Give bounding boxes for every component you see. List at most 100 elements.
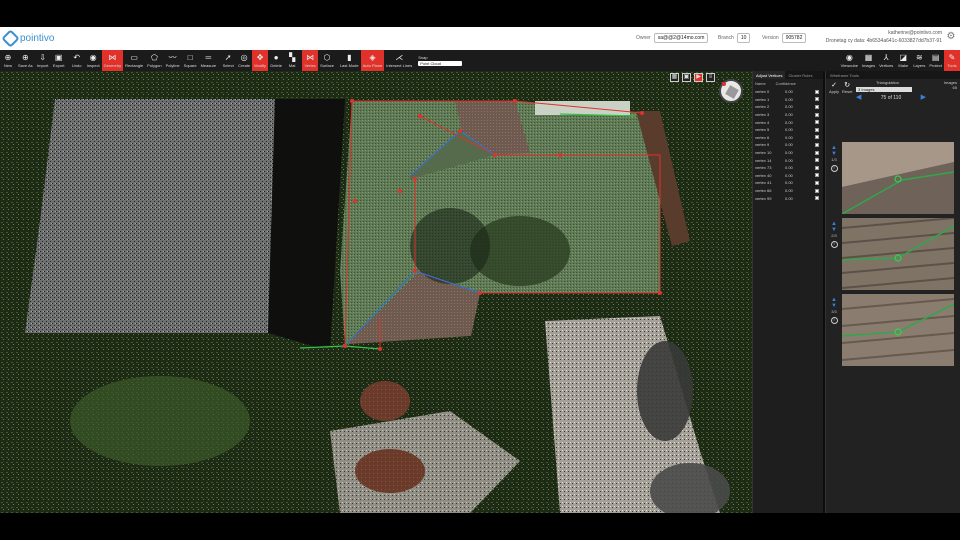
toolbar-polygon-button[interactable]: ⬠ Polygon: [145, 50, 163, 71]
toolbar-create-button[interactable]: ◎ Create: [236, 50, 252, 71]
next-image-icon[interactable]: ▶: [921, 94, 926, 101]
toolbar-surface-button[interactable]: ⬡ Surface: [318, 50, 336, 71]
toolbar-import-button[interactable]: ⇩ Import: [35, 50, 51, 71]
vertex-marker[interactable]: [558, 153, 562, 157]
toolbar-last-mode-button[interactable]: ▮ Last Mode: [338, 50, 361, 71]
toolbar-new-button[interactable]: ⊕ New: [0, 50, 16, 71]
toolbar-undo-button[interactable]: ↶ Undo: [69, 50, 85, 71]
col-name-header[interactable]: Name: [755, 81, 766, 86]
toolbar-layers-button[interactable]: ≋ Layers: [911, 50, 927, 71]
toolbar-select-button[interactable]: ➚ Select: [220, 50, 236, 71]
vertex-marker[interactable]: [398, 189, 402, 193]
toolbar-geometry-button[interactable]: ⋈ Geometry: [101, 50, 124, 71]
toolbar-make-button[interactable]: ◪ Make: [895, 50, 911, 71]
table-row[interactable]: vertex 41 0.00: [753, 179, 823, 187]
toolbar-delete-button[interactable]: ● Delete: [268, 50, 284, 71]
info-icon[interactable]: i: [830, 317, 838, 324]
tab-wireframe-tools[interactable]: Wireframe Tools: [826, 71, 960, 79]
toolbar-vertex-button[interactable]: ⋈ Vertex: [302, 50, 319, 71]
toolbar-images-button[interactable]: ▦ Images: [860, 50, 877, 71]
table-row[interactable]: vertex 66 0.00: [753, 187, 823, 195]
vertex-marker[interactable]: [353, 199, 357, 203]
point-cloud-viewport[interactable]: ▦ ▣ ▶ ≡: [0, 71, 752, 513]
toolbar-inspect-button[interactable]: ◉ Inspect: [85, 50, 102, 71]
toolbar-square-button[interactable]: □ Square: [182, 50, 199, 71]
toolbar-polyline-button[interactable]: 〰 Polyline: [164, 50, 182, 71]
viewport-camera-button[interactable]: ▶: [694, 73, 703, 82]
image-thumbnail[interactable]: [842, 142, 954, 214]
app-logo[interactable]: pointivo: [1, 29, 54, 48]
row-checkbox[interactable]: [815, 173, 819, 178]
prev-image-icon[interactable]: ◀: [856, 94, 861, 101]
toolbar-export-button[interactable]: ▣ Export: [51, 50, 67, 71]
row-checkbox[interactable]: [815, 180, 819, 185]
row-checkbox[interactable]: [815, 165, 819, 170]
vertex-marker[interactable]: [418, 114, 422, 118]
row-checkbox[interactable]: [815, 150, 819, 155]
toolbar-modify-button[interactable]: ✥ Modify: [252, 50, 269, 71]
tab-cluster-rules[interactable]: Cluster Rules: [785, 71, 815, 79]
image-thumbnail[interactable]: [842, 218, 954, 290]
snap-select[interactable]: Point Cloud: [418, 61, 463, 66]
image-thumbnail[interactable]: [842, 294, 954, 366]
vertex-marker[interactable]: [458, 129, 462, 133]
row-checkbox[interactable]: [815, 104, 819, 109]
toolbar-measure-button[interactable]: ═ Measure: [199, 50, 219, 71]
toolbar-mat-button[interactable]: ▚ Mat: [284, 50, 300, 71]
table-row[interactable]: vertex 3 0.00: [753, 111, 823, 119]
table-row[interactable]: vertex 2 0.00: [753, 103, 823, 111]
row-checkbox[interactable]: [815, 135, 819, 140]
vertex-marker[interactable]: [343, 344, 347, 348]
row-checkbox[interactable]: [815, 120, 819, 125]
row-checkbox[interactable]: [815, 127, 819, 132]
vertex-marker[interactable]: [413, 269, 417, 273]
row-checkbox[interactable]: [815, 196, 819, 201]
viewport-grid-button[interactable]: ▦: [670, 73, 679, 82]
table-row[interactable]: vertex 9 0.00: [753, 141, 823, 149]
toolbar-viewcube-button[interactable]: ◉ Viewcube: [839, 50, 860, 71]
version-select[interactable]: 905782: [781, 33, 807, 43]
toolbar-save-as-button[interactable]: ⊕ Save As: [16, 50, 35, 71]
col-confidence-header[interactable]: Confidence: [776, 81, 796, 86]
row-checkbox[interactable]: [815, 158, 819, 163]
viewport-list-button[interactable]: ≡: [706, 73, 715, 82]
images-select[interactable]: 3 Images: [856, 87, 912, 92]
row-checkbox[interactable]: [815, 188, 819, 193]
table-row[interactable]: vertex 40 0.00: [753, 172, 823, 180]
vertex-marker[interactable]: [493, 153, 497, 157]
table-row[interactable]: vertex 10 0.00: [753, 149, 823, 157]
tab-adjust-vertices[interactable]: Adjust Vertices: [753, 71, 786, 79]
branch-select[interactable]: 10: [736, 33, 751, 43]
row-checkbox[interactable]: [815, 112, 819, 117]
viewport-frame-button[interactable]: ▣: [682, 73, 691, 82]
owner-select[interactable]: sa@@2@14mo.com: [653, 33, 709, 43]
vertex-marker[interactable]: [640, 111, 644, 115]
row-checkbox[interactable]: [815, 89, 819, 94]
row-checkbox[interactable]: [815, 97, 819, 102]
table-row[interactable]: vertex 99 0.00: [753, 194, 823, 202]
info-icon[interactable]: i: [830, 241, 838, 248]
vertex-marker[interactable]: [658, 291, 662, 295]
gear-icon[interactable]: ⚙: [946, 32, 956, 42]
vertex-marker[interactable]: [413, 177, 417, 181]
table-row[interactable]: vertex 1 0.00: [753, 96, 823, 104]
toolbar-tools-button[interactable]: ✎ Tools: [944, 50, 960, 71]
apply-button[interactable]: ✓ Apply: [829, 81, 839, 94]
vertex-marker[interactable]: [378, 347, 382, 351]
vertex-marker[interactable]: [350, 99, 354, 103]
navigation-cube[interactable]: [719, 79, 743, 103]
vertex-marker[interactable]: [478, 291, 482, 295]
vertex-marker[interactable]: [513, 99, 517, 103]
toolbar-vertices-button[interactable]: ⅄ Vertices: [877, 50, 895, 71]
table-row[interactable]: vertex 6 0.00: [753, 134, 823, 142]
table-row[interactable]: vertex 4 0.00: [753, 118, 823, 126]
table-row[interactable]: vertex 5 0.00: [753, 126, 823, 134]
info-icon[interactable]: i: [830, 165, 838, 172]
toolbar-intersect-lines-button[interactable]: ⋌ Intersect Lines: [384, 50, 414, 71]
table-row[interactable]: vertex 73 0.00: [753, 164, 823, 172]
point-cloud-scene[interactable]: [0, 71, 752, 513]
table-row[interactable]: vertex 0 0.00: [753, 88, 823, 96]
reset-button[interactable]: ↻ Reset: [842, 81, 852, 94]
toolbar-protect-button[interactable]: ▤ Protect: [927, 50, 944, 71]
toolbar-auto-plane-button[interactable]: ◈ Auto Plane: [360, 50, 385, 71]
